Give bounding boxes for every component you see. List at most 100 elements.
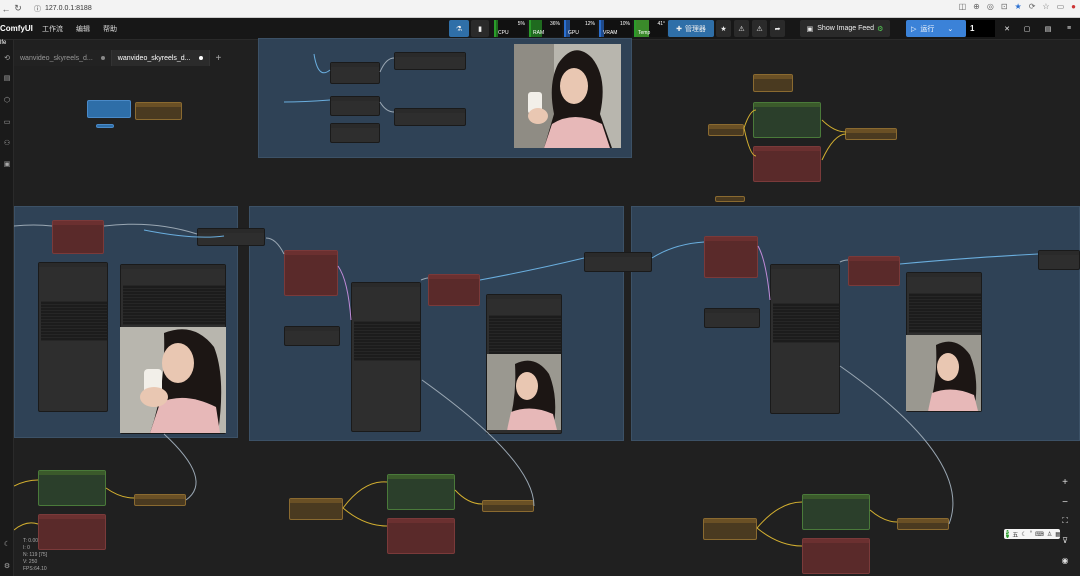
star-button[interactable]: ★: [716, 20, 731, 37]
node[interactable]: [330, 96, 380, 116]
moon-icon: ☾: [1021, 531, 1027, 538]
folder-icon[interactable]: ▭: [2, 118, 12, 128]
node-gold[interactable]: [897, 518, 949, 530]
node-red[interactable]: [387, 518, 455, 554]
node[interactable]: [1038, 250, 1080, 270]
translate-icon[interactable]: ◎: [987, 2, 994, 11]
split-icon[interactable]: ⊡: [1001, 2, 1008, 11]
alert-alt-button[interactable]: ⚠: [752, 20, 767, 37]
ime-toolbar[interactable]: S 五 ☾ ° ⌨ ♙ ▦: [1004, 529, 1061, 539]
hamburger-menu-button[interactable]: ≡: [1062, 20, 1076, 37]
favorites-icon[interactable]: ☆: [1042, 2, 1049, 11]
node-red[interactable]: [848, 256, 900, 286]
node-green[interactable]: [753, 102, 821, 138]
node-gold[interactable]: [135, 102, 182, 120]
extension-icon[interactable]: ⟳: [1029, 2, 1036, 11]
node-gold[interactable]: [289, 498, 343, 520]
node-gold[interactable]: [845, 128, 897, 140]
reader-icon[interactable]: ◫: [959, 2, 967, 11]
tree-icon[interactable]: ⚇: [2, 139, 12, 149]
browser-tools: ◫ ⊕ ◎ ⊡ ★ ⟳ ☆ ▭ ●: [959, 2, 1076, 11]
node-green[interactable]: [802, 494, 870, 530]
keyboard-icon: ⌨: [1035, 531, 1044, 538]
workflow-icon-button[interactable]: ⚗: [449, 20, 469, 37]
node-red[interactable]: [704, 236, 758, 278]
reload-icon[interactable]: ↻: [12, 3, 24, 14]
node[interactable]: [284, 326, 340, 346]
node-blue[interactable]: [87, 100, 131, 118]
preview-image: [487, 354, 561, 430]
image-feed-button[interactable]: ▣ Show Image Feed ⚙: [800, 20, 890, 37]
cpu-meter: 5% CPU: [494, 20, 527, 37]
node[interactable]: [197, 228, 265, 246]
share-button[interactable]: ➦: [770, 20, 785, 37]
copilot-icon[interactable]: ●: [1071, 2, 1076, 11]
preview-image: [906, 335, 981, 411]
node-gold[interactable]: [753, 74, 793, 92]
zoom-in-button[interactable]: +: [1055, 477, 1075, 493]
resource-monitor: 5% CPU 36% RAM 12% GPU 10% VRAM 41° Temp: [494, 20, 667, 37]
node-canvas[interactable]: [14, 38, 1080, 576]
manager-button[interactable]: ✚ 管理器: [668, 20, 714, 37]
settings-gear-icon[interactable]: ⚙: [2, 562, 12, 572]
node-red[interactable]: [802, 538, 870, 574]
temp-meter: 41° Temp: [634, 20, 667, 37]
node[interactable]: [330, 123, 380, 143]
node-large[interactable]: [351, 282, 421, 432]
tab-workflow-1[interactable]: wanvideo_skyreels_d...: [14, 50, 112, 66]
node-large[interactable]: [38, 262, 108, 412]
node-red[interactable]: [52, 220, 104, 254]
bookmark-icon[interactable]: ★: [1015, 2, 1022, 11]
node-gold[interactable]: [708, 124, 744, 136]
node-green[interactable]: [387, 474, 455, 510]
node-red[interactable]: [284, 250, 338, 296]
unsaved-dot-icon: [198, 56, 203, 60]
bookmark-button[interactable]: ▮: [471, 20, 489, 37]
profile-icon[interactable]: ▭: [1057, 2, 1065, 11]
tab-workflow-2[interactable]: wanvideo_skyreels_d...: [111, 50, 210, 66]
node-gold-small[interactable]: [715, 196, 745, 202]
node-gold[interactable]: [703, 518, 757, 540]
add-tab-button[interactable]: +: [216, 53, 222, 64]
run-button[interactable]: ▷ 运行 ⌄: [906, 20, 966, 37]
puzzle-icon: ✚: [676, 25, 682, 33]
close-queue-button[interactable]: ✕: [1000, 20, 1014, 37]
unsaved-dot-icon: [100, 56, 105, 60]
menu-help[interactable]: 帮助: [103, 24, 117, 34]
menu-edit[interactable]: 编辑: [76, 24, 90, 34]
node[interactable]: [584, 252, 652, 272]
node[interactable]: [704, 308, 760, 328]
menu-workflow[interactable]: 工作流: [42, 24, 63, 34]
square-icon: ▢: [1023, 25, 1031, 33]
cube-icon[interactable]: ⬡: [2, 96, 12, 106]
queue-icon[interactable]: ▤: [2, 74, 12, 84]
node[interactable]: [394, 108, 466, 126]
share-icon: ➦: [774, 25, 781, 33]
theme-moon-icon[interactable]: ☾: [2, 540, 12, 550]
gallery-icon[interactable]: ▣: [2, 160, 12, 170]
vram-meter: 10% VRAM: [599, 20, 632, 37]
history-icon[interactable]: ⟲: [2, 54, 12, 64]
node-green[interactable]: [38, 470, 106, 506]
panel-button[interactable]: ▤: [1041, 20, 1055, 37]
node-large[interactable]: [770, 264, 840, 414]
node-red[interactable]: [428, 274, 480, 306]
node-gold[interactable]: [134, 494, 186, 506]
queue-count-input[interactable]: 1: [966, 20, 995, 37]
alert-button[interactable]: ⚠: [734, 20, 749, 37]
zoom-icon[interactable]: ⊕: [973, 2, 980, 11]
bookmark-icon: ▮: [478, 25, 482, 33]
back-icon[interactable]: ←: [0, 4, 12, 14]
node-group-middle[interactable]: [249, 206, 624, 441]
node-blue-small[interactable]: [96, 124, 114, 128]
node-gold[interactable]: [482, 500, 534, 512]
node[interactable]: [330, 62, 380, 84]
visibility-icon[interactable]: ◉: [1055, 556, 1075, 572]
address-bar[interactable]: ⓘ 127.0.0.1:8188: [34, 4, 92, 14]
node-group-right[interactable]: [631, 206, 1080, 441]
stop-button[interactable]: ▢: [1020, 20, 1034, 37]
node-red[interactable]: [753, 146, 821, 182]
node[interactable]: [394, 52, 466, 70]
zoom-out-button[interactable]: −: [1055, 497, 1075, 513]
node-red[interactable]: [38, 514, 106, 550]
